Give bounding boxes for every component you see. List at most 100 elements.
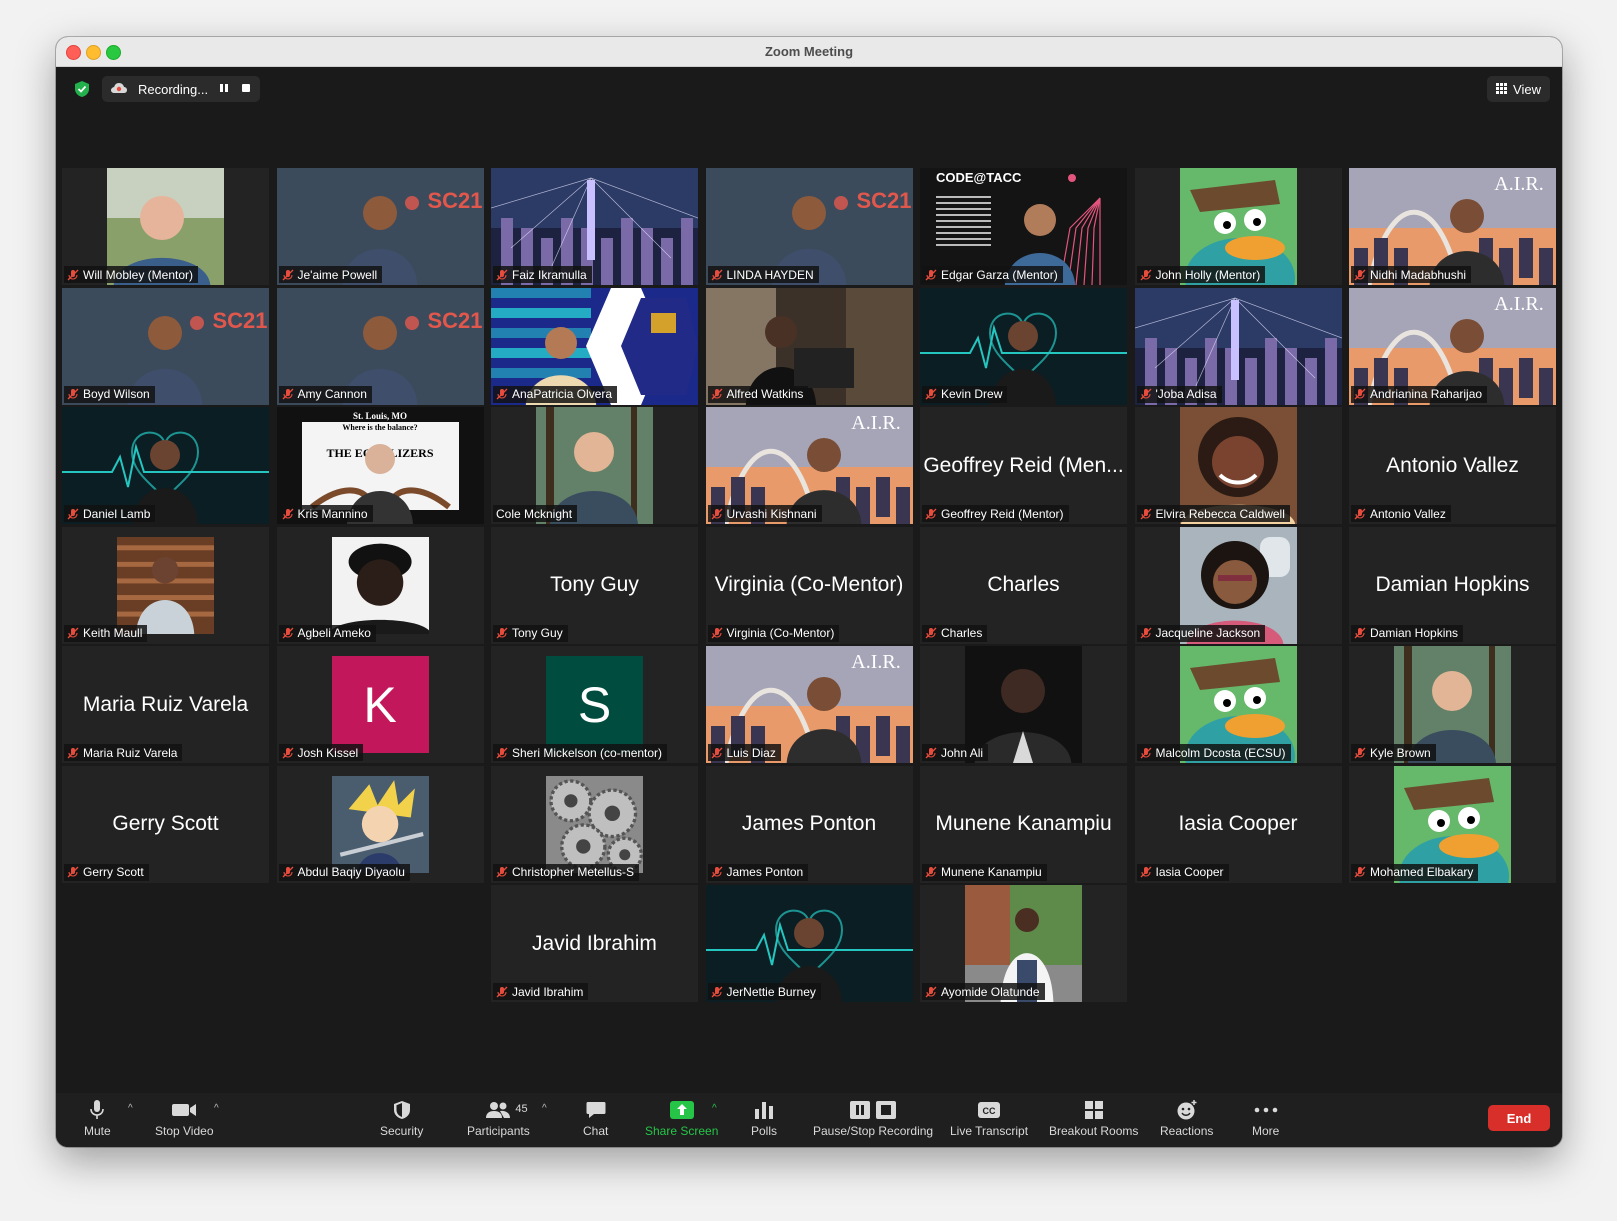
- participants-button[interactable]: 45 Participants: [467, 1097, 530, 1138]
- participant-tile[interactable]: Charles Charles: [920, 526, 1127, 644]
- more-button[interactable]: More: [1252, 1097, 1279, 1138]
- participant-tile[interactable]: S Sheri Mickelson (co-mentor): [491, 646, 698, 763]
- svg-text:A.I.R.: A.I.R.: [851, 412, 900, 434]
- participant-tile[interactable]: Daniel Lamb: [62, 407, 269, 524]
- participant-name: John Ali: [941, 745, 984, 760]
- participant-tile[interactable]: Geoffrey Reid (Men... Geoffrey Reid (Ment…: [920, 407, 1127, 524]
- participant-tile[interactable]: A.I.R. Urvashi Kishnani: [705, 407, 913, 524]
- stop-video-button[interactable]: Stop Video: [155, 1097, 214, 1138]
- muted-microphone-icon: [711, 986, 723, 998]
- participant-name: Abdul Baqiy Diyaolu: [297, 865, 405, 879]
- participant-tile[interactable]: Jacqueline Jackson: [1134, 526, 1342, 644]
- participant-tile[interactable]: St. Louis, MO Where is the balance? THE EQ…: [276, 407, 484, 524]
- participant-tile[interactable]: A.I.R. Nidhi Madabhushi: [1349, 168, 1556, 285]
- participant-name-label: Virginia (Co-Mentor): [707, 624, 840, 642]
- pause-stop-recording-button[interactable]: Pause/Stop Recording: [813, 1097, 933, 1138]
- mute-button[interactable]: Mute: [84, 1097, 111, 1138]
- participant-name: Kyle Brown: [1370, 745, 1431, 760]
- pause-recording-icon[interactable]: [218, 82, 230, 97]
- participant-tile[interactable]: 'Joba Adisa: [1134, 287, 1342, 405]
- meeting-area: Recording... View Will Mobley (Mentor) SC…: [56, 67, 1562, 1093]
- chat-bubble-icon: [586, 1097, 606, 1123]
- chat-label: Chat: [583, 1124, 609, 1138]
- participant-tile[interactable]: Elvira Rebecca Caldwell: [1134, 407, 1342, 524]
- participant-tile[interactable]: Damian Hopkins Damian Hopkins: [1349, 526, 1556, 644]
- muted-microphone-icon: [67, 508, 79, 520]
- participant-name-label: 'Joba Adisa: [1136, 385, 1222, 403]
- participant-tile[interactable]: Maria Ruiz Varela Maria Ruiz Varela: [62, 646, 269, 763]
- participant-tile[interactable]: Tony Guy Tony Guy: [491, 526, 698, 644]
- security-button[interactable]: Security: [380, 1097, 423, 1138]
- participant-tile[interactable]: Malcolm Dcosta (ECSU): [1134, 646, 1342, 763]
- participant-tile[interactable]: Mohamed Elbakary: [1349, 765, 1556, 883]
- participant-tile[interactable]: CODE@TACC Edgar Garza (Mentor): [920, 168, 1127, 285]
- participant-tile[interactable]: Kevin Drew: [920, 287, 1127, 405]
- video-options-chevron-icon[interactable]: ^: [214, 1103, 219, 1114]
- pause-stop-icon: [849, 1097, 897, 1123]
- participant-tile[interactable]: AnaPatricia Olvera: [491, 287, 698, 405]
- participant-name: Ayomide Olatunde: [941, 984, 1040, 999]
- participant-tile[interactable]: Cole Mcknight: [491, 407, 698, 524]
- share-screen-button[interactable]: Share Screen: [645, 1097, 718, 1138]
- participant-tile[interactable]: SC21 Amy Cannon: [276, 287, 484, 405]
- participant-tile[interactable]: A.I.R. Luis Diaz: [705, 646, 913, 763]
- participant-tile[interactable]: Christopher Metellus-S: [491, 765, 698, 883]
- muted-microphone-icon: [711, 269, 723, 281]
- participant-name: JerNettie Burney: [726, 984, 816, 999]
- participants-icon: 45: [485, 1097, 528, 1123]
- view-button[interactable]: View: [1487, 76, 1550, 102]
- participant-tile[interactable]: K Josh Kissel: [276, 646, 484, 763]
- more-label: More: [1252, 1124, 1280, 1138]
- svg-text:St. Louis, MO: St. Louis, MO: [352, 411, 406, 421]
- polls-button[interactable]: Polls: [751, 1097, 777, 1138]
- participant-tile[interactable]: Gerry Scott Gerry Scott: [62, 765, 269, 883]
- participant-tile[interactable]: Munene Kanampiu Munene Kanampiu: [920, 765, 1127, 883]
- muted-microphone-icon: [496, 866, 508, 878]
- participant-tile[interactable]: JerNettie Burney: [705, 885, 913, 1002]
- end-meeting-button[interactable]: End: [1488, 1105, 1550, 1131]
- participant-tile[interactable]: SC21 Boyd Wilson: [62, 287, 269, 405]
- muted-microphone-icon: [282, 747, 294, 759]
- participant-name: Keith Maull: [83, 626, 143, 640]
- participant-tile[interactable]: Agbeli Ameko: [276, 526, 484, 644]
- encryption-shield-icon[interactable]: [70, 77, 94, 101]
- participant-name-label: Je'aime Powell: [278, 266, 383, 283]
- participant-tile[interactable]: James Ponton James Ponton: [705, 765, 913, 883]
- participant-name: Munene Kanampiu: [941, 865, 1042, 879]
- participant-name-label: Damian Hopkins: [1351, 624, 1464, 642]
- participant-tile[interactable]: A.I.R. Andrianina Raharijao: [1349, 287, 1556, 405]
- muted-microphone-icon: [1140, 866, 1152, 878]
- reactions-button[interactable]: Reactions: [1160, 1097, 1213, 1138]
- live-transcript-button[interactable]: CC Live Transcript: [950, 1097, 1028, 1138]
- participant-tile[interactable]: Iasia Cooper Iasia Cooper: [1134, 765, 1342, 883]
- participant-tile[interactable]: Virginia (Co-Mentor) Virginia (Co-Mentor): [705, 526, 913, 644]
- participant-name: Maria Ruiz Varela: [83, 745, 178, 760]
- participant-tile[interactable]: Faiz Ikramulla: [491, 168, 698, 285]
- participant-tile[interactable]: Kyle Brown: [1349, 646, 1556, 763]
- muted-microphone-icon: [282, 866, 294, 878]
- participant-tile[interactable]: Javid Ibrahim Javid Ibrahim: [491, 885, 698, 1002]
- participant-tile[interactable]: SC21 LINDA HAYDEN: [705, 168, 913, 285]
- participant-tile[interactable]: Keith Maull: [62, 526, 269, 644]
- bar-chart-icon: [754, 1097, 774, 1123]
- muted-microphone-icon: [282, 269, 294, 281]
- svg-text:SC21: SC21: [427, 188, 482, 213]
- window-title: Zoom Meeting: [764, 44, 854, 59]
- share-options-chevron-icon[interactable]: ^: [712, 1103, 717, 1114]
- participant-tile[interactable]: John Ali: [920, 646, 1127, 763]
- participant-tile[interactable]: John Holly (Mentor): [1134, 168, 1342, 285]
- svg-text:Where is the balance?: Where is the balance?: [342, 423, 417, 432]
- participant-tile[interactable]: Antonio Vallez Antonio Vallez: [1349, 407, 1556, 524]
- participant-tile[interactable]: Alfred Watkins: [705, 287, 913, 405]
- stop-recording-icon[interactable]: [240, 82, 252, 97]
- participant-tile[interactable]: SC21 Je'aime Powell: [276, 168, 484, 285]
- chat-button[interactable]: Chat: [583, 1097, 608, 1138]
- participant-tile[interactable]: Abdul Baqiy Diyaolu: [276, 765, 484, 883]
- audio-options-chevron-icon[interactable]: ^: [128, 1103, 133, 1114]
- breakout-rooms-button[interactable]: Breakout Rooms: [1049, 1097, 1138, 1138]
- participant-name-label: Malcolm Dcosta (ECSU): [1136, 744, 1291, 761]
- participant-tile[interactable]: Will Mobley (Mentor): [62, 168, 269, 285]
- participants-options-chevron-icon[interactable]: ^: [542, 1103, 547, 1114]
- participant-name-label: Elvira Rebecca Caldwell: [1136, 505, 1290, 522]
- participant-tile[interactable]: Ayomide Olatunde: [920, 885, 1127, 1002]
